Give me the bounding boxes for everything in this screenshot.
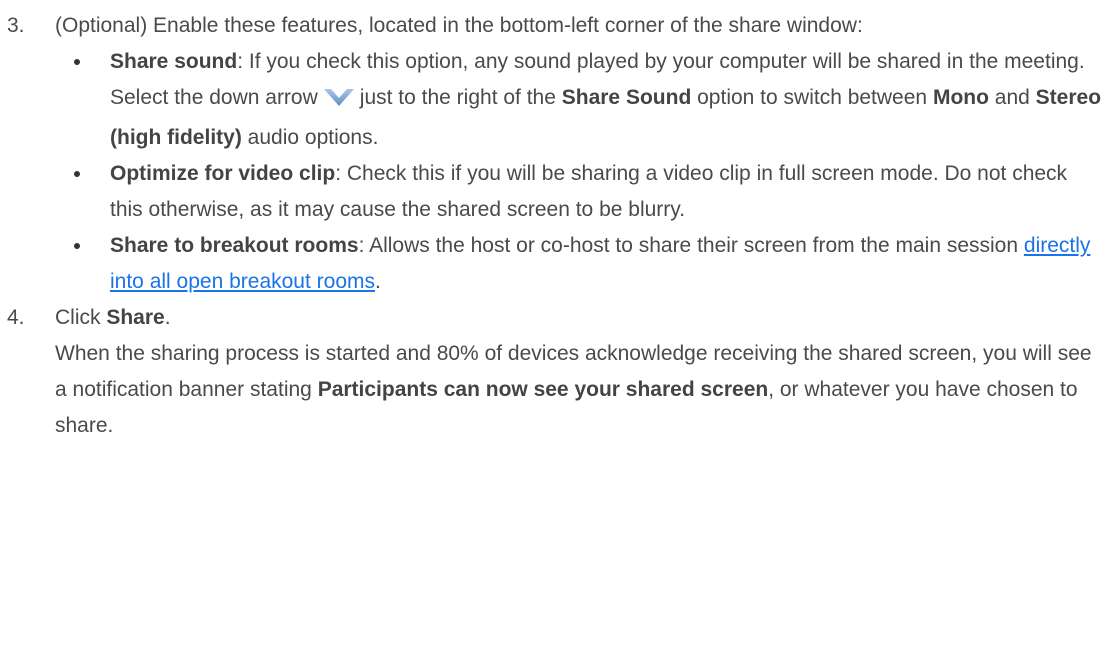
- feature-list: Share sound: If you check this option, a…: [55, 44, 1104, 300]
- step-pre: Click: [55, 306, 101, 329]
- separator: :: [335, 162, 347, 185]
- list-item-share-breakout: Share to breakout rooms: Allows the host…: [55, 228, 1104, 300]
- share-sound-desc-3: option to switch between: [697, 86, 928, 109]
- step-number: 4.: [7, 306, 25, 329]
- step-intro: (Optional) Enable these features, locate…: [55, 14, 863, 37]
- term-optimize-video: Optimize for video clip: [110, 162, 336, 185]
- term-mono: Mono: [932, 86, 989, 109]
- share-sound-desc-5: audio options.: [247, 126, 379, 149]
- separator: :: [358, 234, 370, 257]
- term-share-sound: Share sound: [110, 50, 238, 73]
- list-item-share-sound: Share sound: If you check this option, a…: [55, 44, 1104, 156]
- share-sound-desc-4: and: [994, 86, 1030, 109]
- term-share-action: Share: [106, 306, 165, 329]
- term-participants-banner: Participants can now see your shared scr…: [317, 378, 769, 401]
- separator: :: [237, 50, 249, 73]
- step-4: 4. Click Share. When the sharing process…: [0, 300, 1104, 444]
- document-body: 3. (Optional) Enable these features, loc…: [0, 8, 1104, 444]
- step-number: 3.: [7, 14, 25, 37]
- list-item-optimize-video: Optimize for video clip: Check this if y…: [55, 156, 1104, 228]
- step-3: 3. (Optional) Enable these features, loc…: [0, 8, 1104, 300]
- chevron-down-icon: [322, 84, 356, 120]
- sentence-end: .: [375, 270, 381, 293]
- bullet-icon: [74, 243, 80, 249]
- term-share-breakout: Share to breakout rooms: [110, 234, 359, 257]
- step-post: .: [164, 306, 171, 329]
- share-sound-desc-2: just to the right of the: [359, 86, 556, 109]
- bullet-icon: [74, 171, 80, 177]
- bullet-icon: [74, 59, 80, 65]
- share-breakout-desc: Allows the host or co-host to share thei…: [369, 234, 1019, 257]
- step-note: When the sharing process is started and …: [55, 336, 1104, 444]
- term-share-sound-option: Share Sound: [561, 86, 692, 109]
